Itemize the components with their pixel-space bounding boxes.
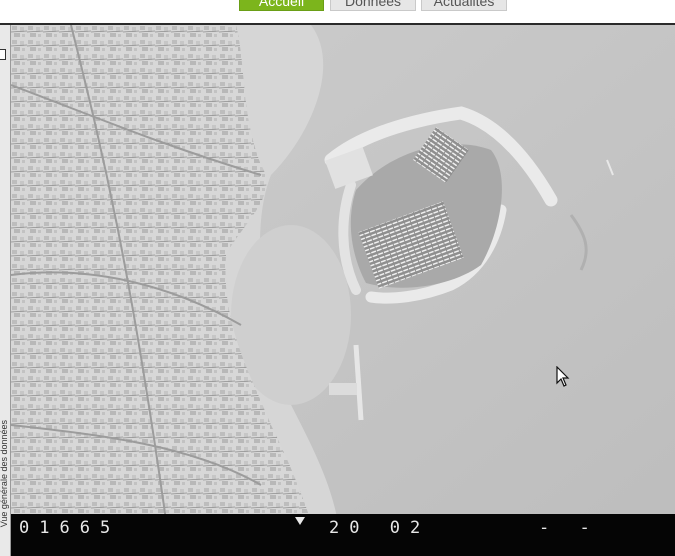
strip-marker-icon: [295, 517, 305, 525]
tab-actualites[interactable]: Actualités: [421, 0, 507, 11]
photo-data-strip: 01665 20 02 - -: [11, 514, 675, 556]
mouse-pointer-icon: [556, 366, 570, 387]
top-navigation: Accueil Données Actualités: [0, 0, 675, 25]
sidebar-vertical-label: Vue générale des données: [0, 420, 9, 528]
sidebar-toggle-icon[interactable]: [0, 49, 6, 60]
aerial-photo[interactable]: [11, 25, 675, 556]
strip-trailing: - -: [539, 518, 600, 538]
left-sidebar: Vue générale des données: [0, 25, 11, 556]
tab-donnees[interactable]: Données: [330, 0, 416, 11]
tab-accueil[interactable]: Accueil: [239, 0, 324, 11]
date-code: 20 02: [329, 518, 431, 538]
jetty-building: [329, 383, 357, 395]
frame-number: 01665: [19, 518, 121, 538]
